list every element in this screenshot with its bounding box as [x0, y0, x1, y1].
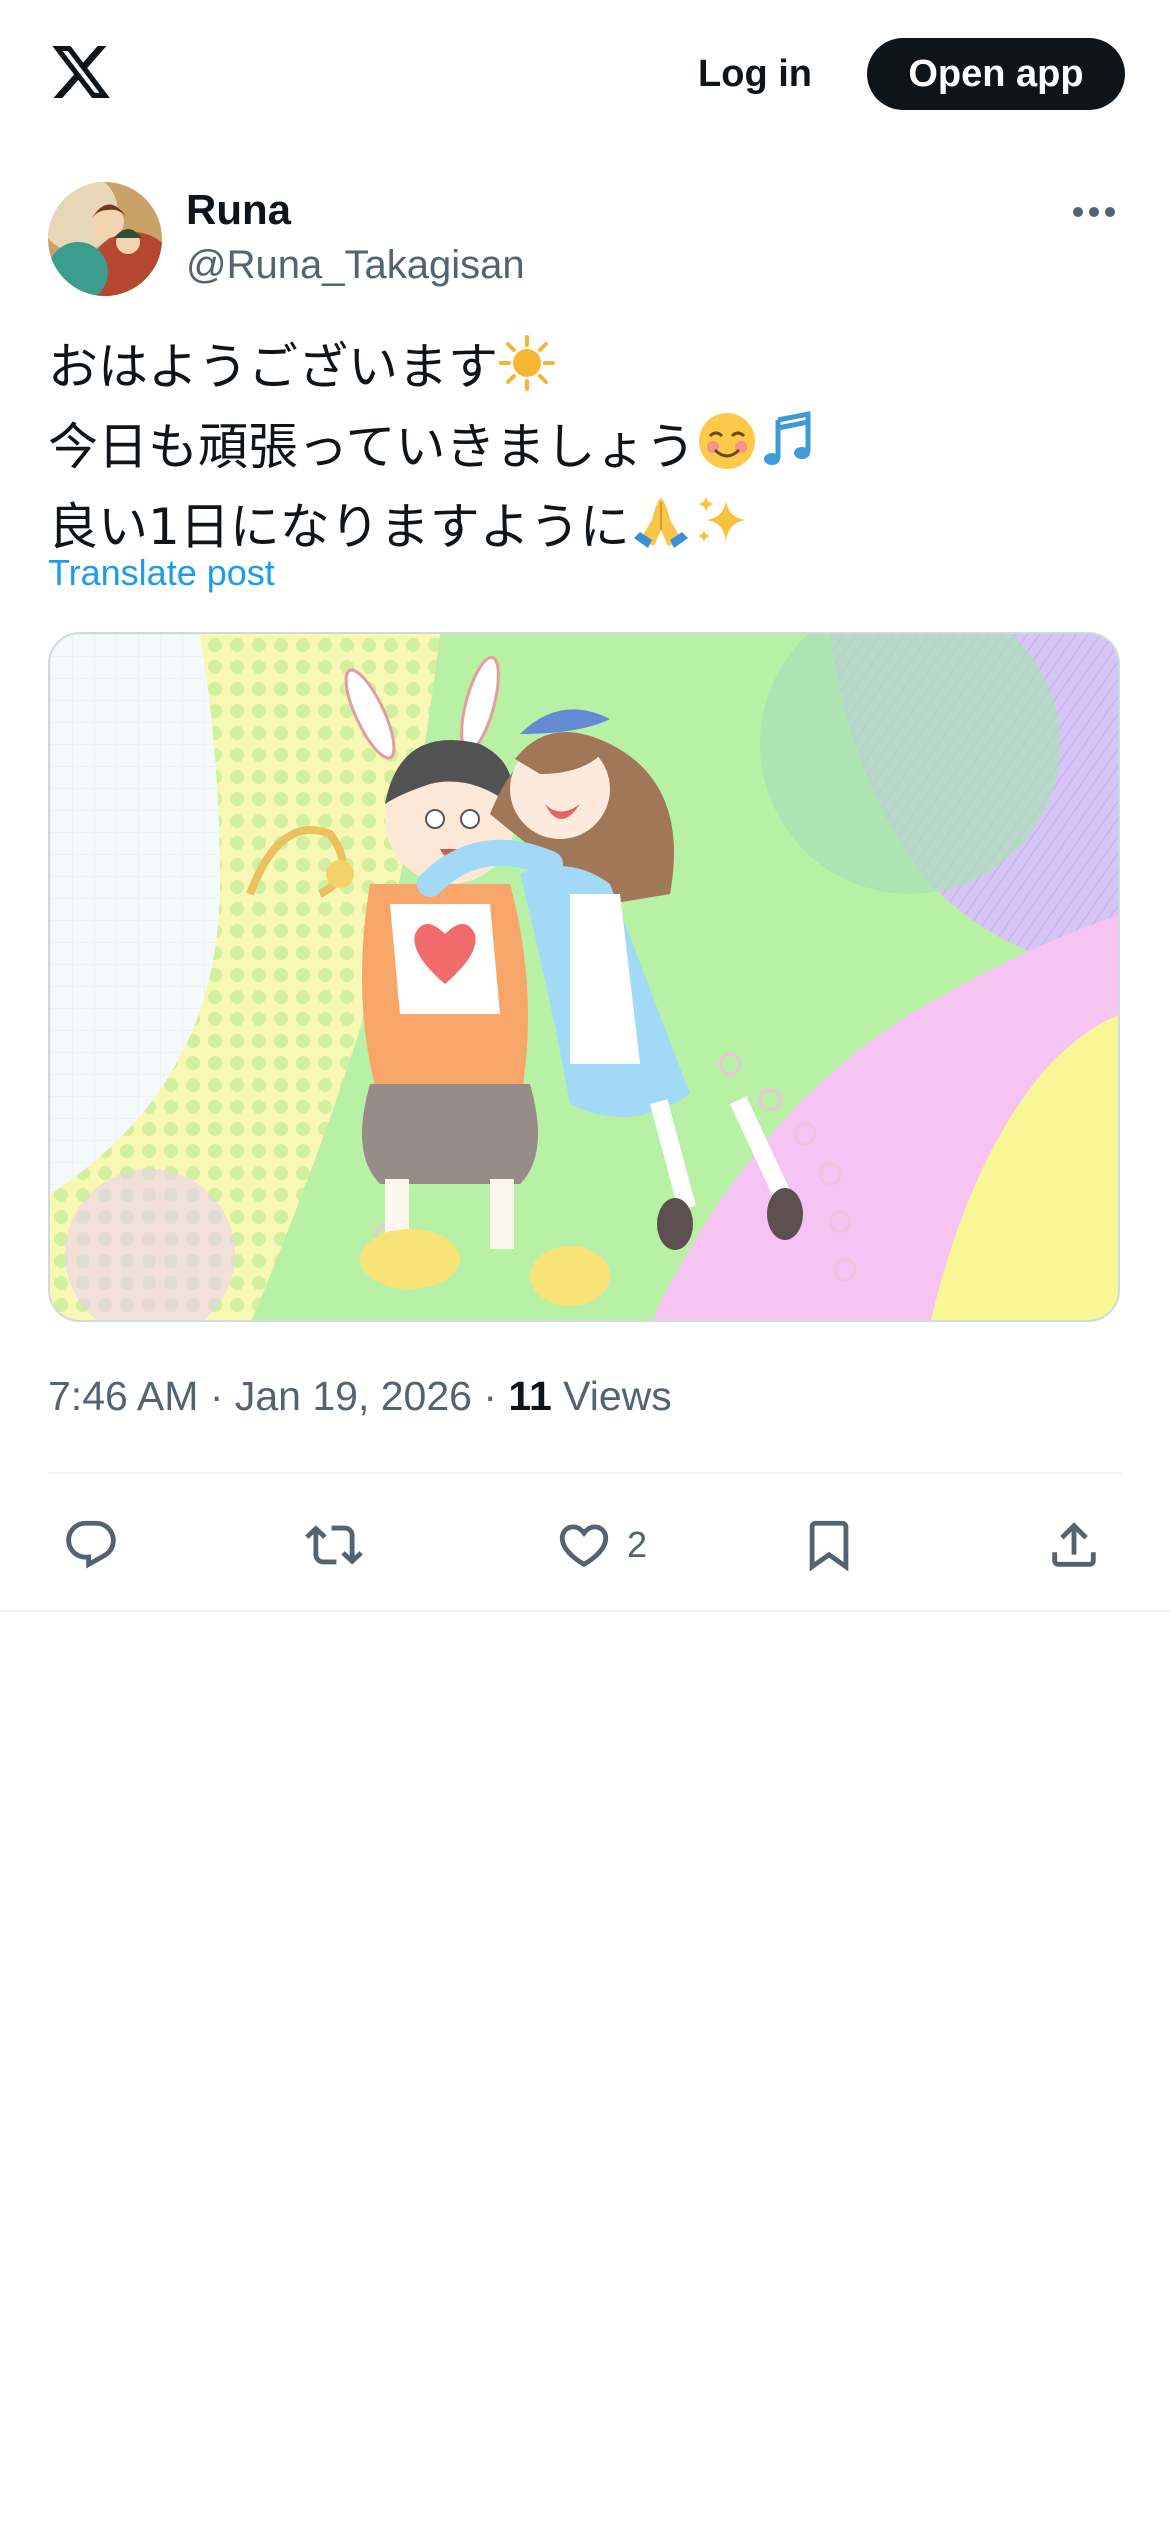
reply-button[interactable] [62, 1500, 120, 1590]
bookmark-button[interactable] [800, 1500, 858, 1590]
author-display-name[interactable]: Runa [186, 184, 291, 236]
x-logo-icon[interactable] [48, 40, 114, 104]
divider [0, 1610, 1170, 1612]
top-bar: Log in Open app [0, 0, 1170, 150]
log-in-button[interactable]: Log in [675, 38, 835, 110]
post-line-1-text: おはようございます [48, 338, 498, 396]
repost-button[interactable] [305, 1500, 363, 1590]
share-icon [1052, 1522, 1096, 1567]
post-actions: 2 [0, 1500, 1170, 1590]
open-app-button[interactable]: Open app [867, 38, 1125, 110]
folded-hands-emoji [630, 490, 692, 570]
post-meta: 7:46 AM · Jan 19, 2026 · 11 Views [48, 1368, 672, 1424]
share-button[interactable] [1045, 1500, 1103, 1590]
post-text: おはようございます 今日も頑張っていきましょう 良い1日になりますように [48, 332, 1118, 570]
post-date[interactable]: Jan 19, 2026 [235, 1373, 472, 1419]
post-line-2: 今日も頑張っていきましょう [48, 410, 1118, 490]
translate-post-link[interactable]: Translate post [48, 548, 275, 598]
reply-icon [66, 1520, 116, 1569]
meta-separator: · [198, 1373, 235, 1419]
like-button[interactable]: 2 [555, 1500, 647, 1590]
like-count: 2 [627, 1524, 648, 1565]
avatar[interactable] [48, 182, 162, 296]
repost-icon [305, 1525, 363, 1565]
author-handle[interactable]: @Runa_Takagisan [186, 240, 525, 290]
music-notes-emoji [758, 410, 820, 490]
sparkles-emoji [692, 490, 754, 570]
post-line-1: おはようございます [48, 332, 1118, 410]
bookmark-icon [809, 1520, 849, 1572]
smiling-face-emoji [696, 410, 758, 490]
divider [48, 1472, 1122, 1474]
anime-illustration-image [50, 634, 1118, 1320]
heart-icon [559, 1524, 609, 1568]
post-media[interactable] [48, 632, 1120, 1322]
post-line-2-text: 今日も頑張っていきましょう [48, 418, 696, 476]
sun-emoji [498, 334, 556, 410]
more-horizontal-icon[interactable] [1072, 196, 1116, 228]
post-time[interactable]: 7:46 AM [48, 1373, 198, 1419]
avatar-image [48, 182, 162, 296]
meta-separator: · [471, 1373, 509, 1419]
views-count: 11 [508, 1373, 552, 1419]
views-label: Views [563, 1373, 672, 1419]
